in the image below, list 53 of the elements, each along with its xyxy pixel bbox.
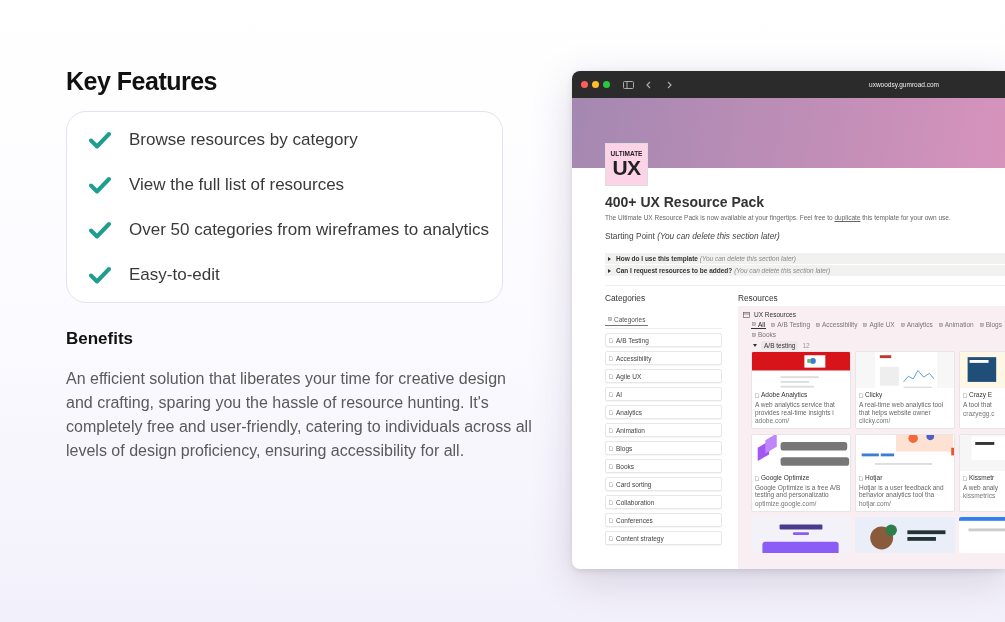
page-icon [609, 517, 613, 523]
page-icon [859, 392, 863, 398]
grid-icon [752, 332, 756, 337]
grid-icon [938, 322, 943, 327]
page-icon [609, 481, 613, 487]
grid-icon [771, 322, 776, 327]
grid-icon [752, 322, 756, 327]
check-icon [89, 265, 111, 284]
forward-icon[interactable] [667, 80, 672, 89]
grid-icon [608, 317, 612, 322]
grid-icon [900, 322, 905, 327]
minimize-button[interactable] [592, 81, 599, 88]
page-icon [609, 373, 613, 379]
page-icon [609, 427, 613, 433]
column-heading: Categories [605, 292, 647, 305]
feature-text: Over 50 categories from wireframes to analytics [129, 218, 489, 241]
page-icon [609, 391, 613, 397]
page-icon [963, 392, 967, 398]
feature-text: View the full list of resources [129, 173, 345, 196]
back-icon[interactable] [646, 80, 651, 89]
expand-triangle-icon[interactable] [608, 268, 611, 273]
collapse-triangle-icon[interactable] [753, 343, 757, 347]
page-icon [859, 475, 863, 481]
check-icon [89, 175, 111, 194]
check-icon [89, 220, 111, 239]
database-icon [743, 311, 750, 318]
grid-icon [979, 322, 984, 327]
grid-icon [816, 322, 820, 327]
benefits-paragraph: An efficient solution that liberates your time for creative design and crafting, sparing you the hassle of resource hunting. It's completely free and user-friendly, catering to individuals across all levels of design proficiency, ensuring accessibility for all. [66, 369, 533, 462]
page-title: 400+ UX Resource Pack [605, 194, 766, 211]
sidebar-icon[interactable] [623, 80, 634, 89]
page-icon [755, 475, 759, 481]
check-icon [89, 130, 111, 149]
section-heading: Starting Point (You can delete this section later) [605, 230, 781, 243]
logo-text: UX [612, 157, 641, 179]
page-icon [609, 445, 613, 451]
page-icon [609, 463, 613, 469]
column-heading: Resources [738, 292, 779, 305]
expand-triangle-icon[interactable] [608, 256, 611, 261]
zoom-button[interactable] [603, 81, 610, 88]
page-icon [609, 337, 613, 343]
page-icon [609, 535, 613, 541]
page-icon [609, 355, 613, 361]
page-icon [755, 392, 759, 398]
feature-text: Browse resources by category [129, 128, 358, 151]
section-title: Benefits [66, 329, 135, 350]
close-button[interactable] [581, 81, 588, 88]
page-icon [963, 475, 967, 481]
grid-icon [863, 322, 868, 327]
page-icon [609, 499, 613, 505]
feature-text: Easy-to-edit [129, 263, 220, 286]
section-title: Key Features [66, 66, 219, 96]
page-icon [609, 409, 613, 415]
